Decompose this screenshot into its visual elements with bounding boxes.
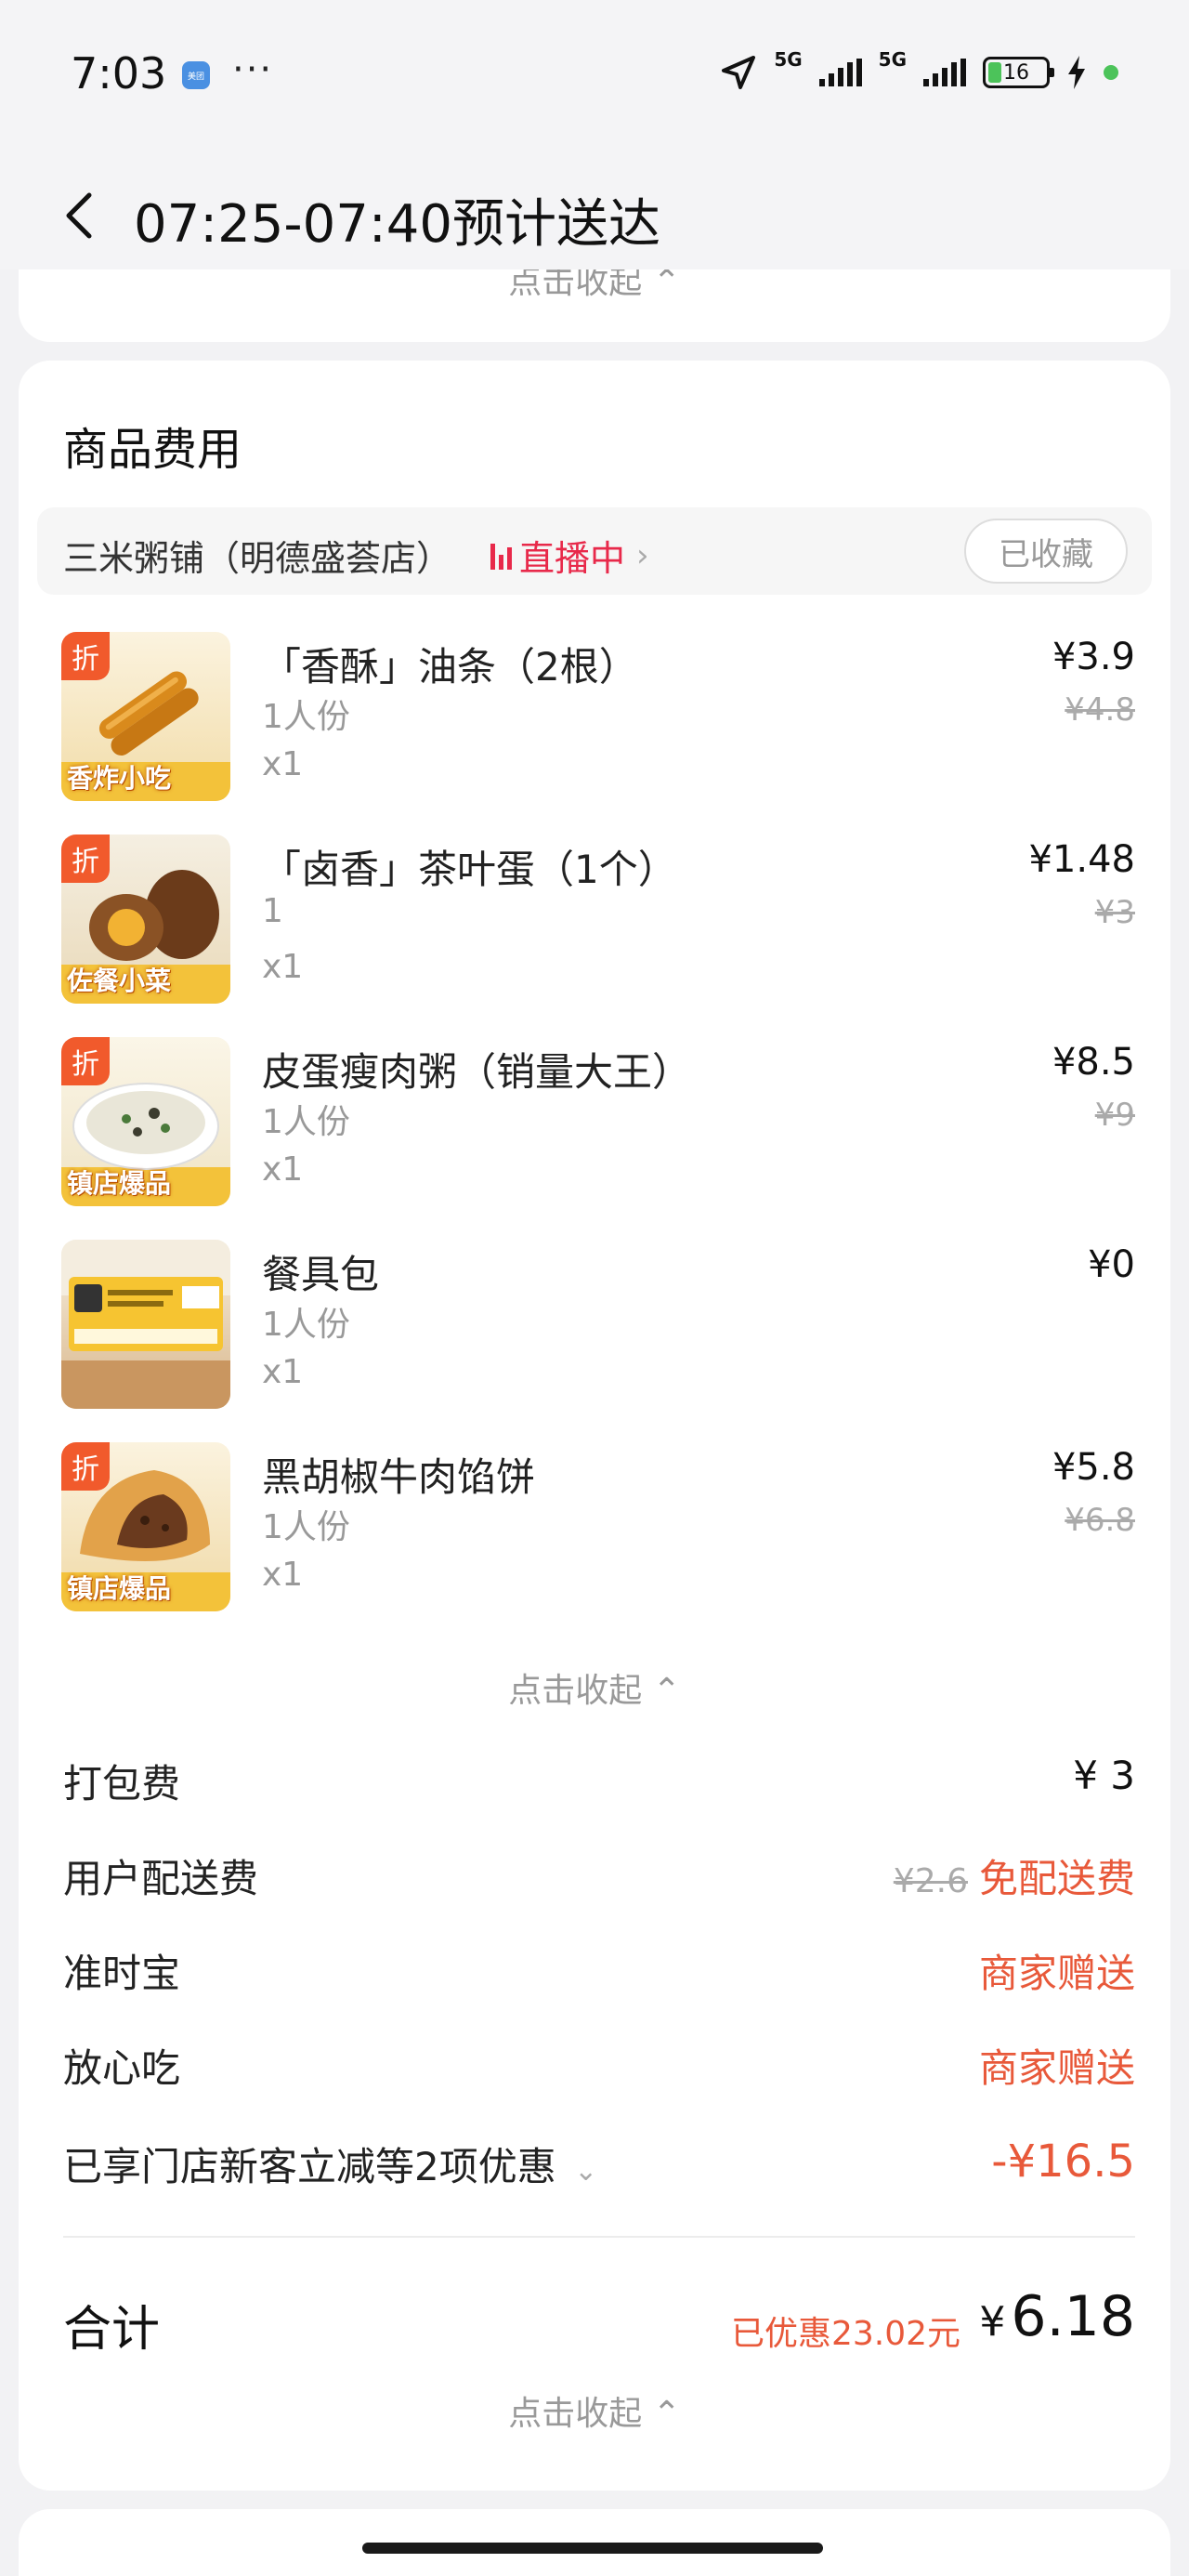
network-type-1: 5G xyxy=(774,48,803,71)
discount-badge: 折 xyxy=(61,1037,110,1085)
favorite-button[interactable]: 已收藏 xyxy=(964,519,1128,584)
item-spec: 1 xyxy=(262,892,283,930)
item-name: 皮蛋瘦肉粥（销量大王） xyxy=(262,1049,692,1095)
order-item[interactable]: 折 佐餐小菜 「卤香」茶叶蛋（1个） 1 x1 ¥1.48 ¥3 xyxy=(19,835,1170,1020)
back-arrow-icon[interactable] xyxy=(61,190,98,242)
thumbnail-tag: 香炸小吃 xyxy=(67,763,172,794)
delivery-fee-value: 免配送费 xyxy=(978,1856,1135,1901)
item-quantity: x1 xyxy=(262,1150,304,1189)
item-quantity: x1 xyxy=(262,948,304,986)
discount-row[interactable]: 已享门店新客立减等2项优惠 ⌄ -¥16.5 xyxy=(63,2136,1135,2201)
status-indicators: 5G 5G 16 xyxy=(720,48,1118,91)
store-bar[interactable]: 三米粥铺（明德盛荟店） 直播中 › 已收藏 xyxy=(37,507,1152,595)
item-original-price: ¥6.8 xyxy=(1065,1502,1135,1539)
battery-icon: 16 xyxy=(983,57,1054,88)
network-type-2: 5G xyxy=(878,48,907,71)
item-spec: 1人份 xyxy=(262,1103,350,1141)
item-thumbnail xyxy=(61,1240,230,1409)
item-quantity: x1 xyxy=(262,1353,304,1391)
goods-fee-card: 商品费用 三米粥铺（明德盛荟店） 直播中 › 已收藏 折 香炸小吃 「香酥」油条… xyxy=(19,361,1170,2491)
item-quantity: x1 xyxy=(262,745,304,783)
item-spec: 1人份 xyxy=(262,698,350,736)
tableware-pack-image xyxy=(61,1240,230,1409)
total-label: 合计 xyxy=(63,2302,161,2358)
order-item[interactable]: 折 镇店爆品 皮蛋瘦肉粥（销量大王） 1人份 x1 ¥8.5 ¥9 xyxy=(19,1037,1170,1223)
item-name: 黑胡椒牛肉馅饼 xyxy=(262,1454,536,1500)
item-spec: 1人份 xyxy=(262,1508,350,1546)
page-title: 07:25-07:40预计送达 xyxy=(134,194,660,255)
item-spec: 1人份 xyxy=(262,1306,350,1344)
status-bar: 7:03 美团 ··· 5G 5G 16 xyxy=(0,0,1189,149)
divider xyxy=(63,2236,1135,2238)
discount-label: 已享门店新客立减等2项优惠 xyxy=(63,2144,556,2189)
fee-label: 准时宝 xyxy=(63,1951,181,1996)
order-item[interactable]: 折 镇店爆品 黑胡椒牛肉馅饼 1人份 x1 ¥5.8 ¥6.8 xyxy=(19,1442,1170,1628)
item-thumbnail: 折 香炸小吃 xyxy=(61,632,230,801)
item-name: 「香酥」油条（2根） xyxy=(262,644,638,690)
status-time: 7:03 xyxy=(71,48,167,99)
fee-label: 打包费 xyxy=(63,1761,181,1807)
fee-label: 用户配送费 xyxy=(63,1856,259,1901)
item-price: ¥0 xyxy=(1088,1243,1135,1286)
item-thumbnail: 折 佐餐小菜 xyxy=(61,835,230,1004)
total-amount-value: 6.18 xyxy=(1011,2284,1135,2349)
item-price: ¥1.48 xyxy=(1028,838,1135,881)
item-original-price: ¥3 xyxy=(1094,894,1135,931)
total-saved: 已优惠23.02元 xyxy=(730,2315,960,2353)
fee-value: ¥ 3 xyxy=(1073,1753,1135,1798)
item-original-price: ¥4.8 xyxy=(1065,691,1135,729)
delivery-original-fee: ¥2.6 xyxy=(893,1862,968,1900)
packing-fee-row: 打包费 ¥ 3 xyxy=(63,1753,1135,1818)
home-indicator[interactable] xyxy=(362,2543,823,2554)
currency-symbol: ¥ xyxy=(979,2298,1006,2346)
safe-eat-row: 放心吃 商家赠送 xyxy=(63,2037,1135,2102)
battery-level: 16 xyxy=(1003,60,1029,85)
discount-badge: 折 xyxy=(61,1442,110,1491)
item-quantity: x1 xyxy=(262,1556,304,1594)
order-item[interactable]: 折 香炸小吃 「香酥」油条（2根） 1人份 x1 ¥3.9 ¥4.8 xyxy=(19,632,1170,818)
discount-value: -¥16.5 xyxy=(991,2136,1135,2188)
signal-icon-2 xyxy=(923,59,966,86)
thumbnail-tag: 镇店爆品 xyxy=(67,1168,172,1199)
live-bars-icon xyxy=(490,542,512,570)
fee-value: 商家赠送 xyxy=(978,2045,1135,2091)
discount-badge: 折 xyxy=(61,835,110,883)
delivery-fee-row: 用户配送费 ¥2.6 免配送费 xyxy=(63,1847,1135,1912)
item-name: 餐具包 xyxy=(262,1252,380,1297)
thumbnail-tag: 镇店爆品 xyxy=(67,1573,172,1604)
charging-icon xyxy=(1068,56,1085,89)
items-collapse-button[interactable]: 点击收起 ⌃ xyxy=(19,1663,1170,1712)
fee-label: 放心吃 xyxy=(63,2045,181,2091)
more-notifications-icon: ··· xyxy=(232,48,274,91)
app-notification-icon: 美团 xyxy=(182,61,210,89)
discount-label-wrap[interactable]: 已享门店新客立减等2项优惠 ⌄ xyxy=(63,2136,597,2192)
chevron-down-icon: ⌄ xyxy=(574,2155,598,2188)
location-icon xyxy=(722,56,756,89)
section-title: 商品费用 xyxy=(63,424,242,476)
chevron-right-icon: › xyxy=(636,536,649,574)
thumbnail-tag: 佐餐小菜 xyxy=(67,966,172,996)
live-status[interactable]: 直播中 › xyxy=(490,530,649,581)
privacy-indicator-dot xyxy=(1104,65,1118,80)
item-price: ¥3.9 xyxy=(1052,636,1135,678)
item-price: ¥5.8 xyxy=(1052,1446,1135,1489)
order-item[interactable]: 餐具包 1人份 x1 ¥0 xyxy=(19,1240,1170,1426)
fee-value: 商家赠送 xyxy=(978,1951,1135,1996)
item-thumbnail: 折 镇店爆品 xyxy=(61,1442,230,1611)
item-thumbnail: 折 镇店爆品 xyxy=(61,1037,230,1206)
ontime-guarantee-row: 准时宝 商家赠送 xyxy=(63,1942,1135,2007)
total-amount: ¥6.18 xyxy=(979,2284,1135,2349)
page-header: 07:25-07:40预计送达 xyxy=(0,149,1189,269)
item-original-price: ¥9 xyxy=(1094,1097,1135,1134)
signal-icon xyxy=(818,59,862,86)
store-name[interactable]: 三米粥铺（明德盛荟店） xyxy=(63,530,451,581)
live-label: 直播中 xyxy=(519,538,626,579)
item-name: 「卤香」茶叶蛋（1个） xyxy=(262,847,677,892)
card-collapse-button[interactable]: 点击收起 ⌃ xyxy=(19,2386,1170,2435)
fee-value-wrap: ¥2.6 免配送费 xyxy=(894,1847,1135,1904)
item-price: ¥8.5 xyxy=(1052,1041,1135,1084)
discount-badge: 折 xyxy=(61,632,110,680)
